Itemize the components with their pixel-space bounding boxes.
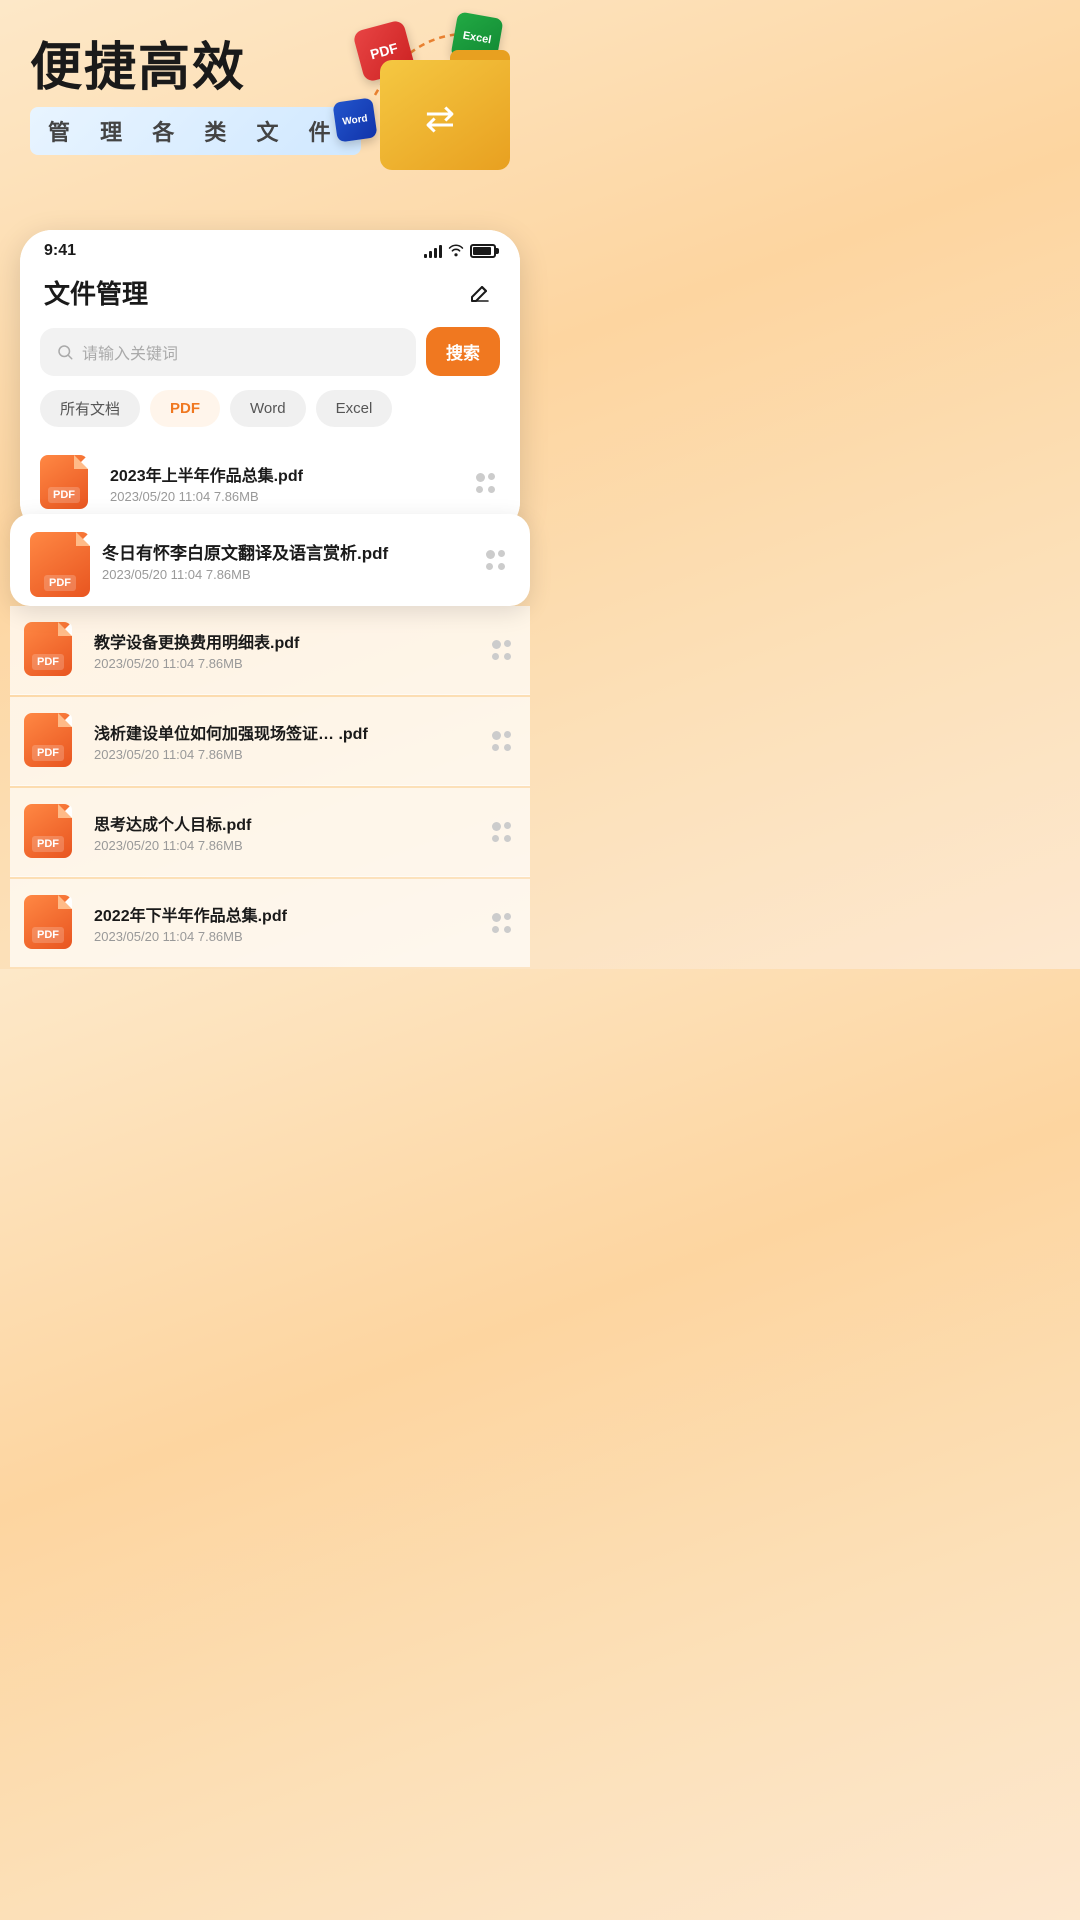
search-icon xyxy=(56,343,74,361)
pdf-file-icon-highlighted: PDF xyxy=(30,532,86,588)
file-item-4[interactable]: PDF 浅析建设单位如何加强现场签证… .pdf 2023/05/20 11:0… xyxy=(10,697,530,786)
highlighted-file-meta: 2023/05/20 11:04 7.86MB xyxy=(102,567,466,582)
edit-icon[interactable] xyxy=(464,277,496,309)
file-meta-3: 2023/05/20 11:04 7.86MB xyxy=(94,656,474,671)
file-name-1: 2023年上半年作品总集.pdf xyxy=(110,462,458,486)
search-input-wrap[interactable]: 请输入关键词 xyxy=(40,328,416,376)
file-meta-1: 2023/05/20 11:04 7.86MB xyxy=(110,489,458,504)
more-options-5[interactable] xyxy=(488,818,516,846)
more-options-6[interactable] xyxy=(488,909,516,937)
tab-word[interactable]: Word xyxy=(230,390,306,427)
hero-subtitle: 管 理 各 类 文 件 xyxy=(30,107,361,155)
status-icons xyxy=(424,243,496,260)
file-meta-6: 2023/05/20 11:04 7.86MB xyxy=(94,929,474,944)
tab-excel[interactable]: Excel xyxy=(316,390,393,427)
file-info-6: 2022年下半年作品总集.pdf 2023/05/20 11:04 7.86MB xyxy=(94,902,474,944)
pdf-file-icon-6: PDF xyxy=(24,895,80,951)
pdf-file-icon-3: PDF xyxy=(24,622,80,678)
file-name-3: 教学设备更换费用明细表.pdf xyxy=(94,629,474,653)
file-info-3: 教学设备更换费用明细表.pdf 2023/05/20 11:04 7.86MB xyxy=(94,629,474,671)
highlighted-file-name: 冬日有怀李白原文翻译及语言赏析.pdf xyxy=(102,539,466,564)
file-info-1: 2023年上半年作品总集.pdf 2023/05/20 11:04 7.86MB xyxy=(110,462,458,504)
pdf-file-icon-4: PDF xyxy=(24,713,80,769)
file-name-5: 思考达成个人目标.pdf xyxy=(94,811,474,835)
file-item-5[interactable]: PDF 思考达成个人目标.pdf 2023/05/20 11:04 7.86MB xyxy=(10,788,530,877)
more-options-1[interactable] xyxy=(472,469,500,497)
more-options-4[interactable] xyxy=(488,727,516,755)
filter-tabs: 所有文档 PDF Word Excel xyxy=(20,390,520,441)
signal-icon xyxy=(424,244,442,258)
battery-icon xyxy=(470,244,496,258)
app-header: 文件管理 xyxy=(20,266,520,323)
tab-pdf[interactable]: PDF xyxy=(150,390,220,427)
file-meta-5: 2023/05/20 11:04 7.86MB xyxy=(94,838,474,853)
hero-section: 便捷高效 管 理 各 类 文 件 PDF Excel Word ⇄ xyxy=(0,0,540,220)
file-info-5: 思考达成个人目标.pdf 2023/05/20 11:04 7.86MB xyxy=(94,811,474,853)
app-title: 文件管理 xyxy=(44,274,148,311)
folder-body: ⇄ xyxy=(380,60,510,170)
highlighted-file-info: 冬日有怀李白原文翻译及语言赏析.pdf 2023/05/20 11:04 7.8… xyxy=(102,539,466,582)
file-item-3[interactable]: PDF 教学设备更换费用明细表.pdf 2023/05/20 11:04 7.8… xyxy=(10,606,530,695)
highlighted-file-item[interactable]: PDF 冬日有怀李白原文翻译及语言赏析.pdf 2023/05/20 11:04… xyxy=(10,514,530,606)
pdf-file-icon-1: PDF xyxy=(40,455,96,511)
search-placeholder: 请输入关键词 xyxy=(82,340,178,364)
pdf-file-icon-5: PDF xyxy=(24,804,80,860)
phone-mockup: 9:41 文件管理 xyxy=(20,230,520,534)
file-name-6: 2022年下半年作品总集.pdf xyxy=(94,902,474,926)
word-badge: Word xyxy=(332,97,377,142)
file-meta-4: 2023/05/20 11:04 7.86MB xyxy=(94,747,474,762)
file-info-4: 浅析建设单位如何加强现场签证… .pdf 2023/05/20 11:04 7.… xyxy=(94,720,474,762)
tab-all-docs[interactable]: 所有文档 xyxy=(40,390,140,427)
wifi-icon xyxy=(448,243,464,260)
file-name-4: 浅析建设单位如何加强现场签证… .pdf xyxy=(94,720,474,744)
status-bar: 9:41 xyxy=(20,230,520,266)
status-time: 9:41 xyxy=(44,242,76,260)
file-item-6[interactable]: PDF 2022年下半年作品总集.pdf 2023/05/20 11:04 7.… xyxy=(10,879,530,967)
hero-illustration: PDF Excel Word ⇄ xyxy=(340,10,520,170)
search-button[interactable]: 搜索 xyxy=(426,327,500,376)
search-bar: 请输入关键词 搜索 xyxy=(40,327,500,376)
more-options-highlighted[interactable] xyxy=(482,546,510,574)
folder-arrow-icon: ⇄ xyxy=(425,98,455,140)
more-options-3[interactable] xyxy=(488,636,516,664)
lower-file-list: PDF 教学设备更换费用明细表.pdf 2023/05/20 11:04 7.8… xyxy=(0,606,540,967)
